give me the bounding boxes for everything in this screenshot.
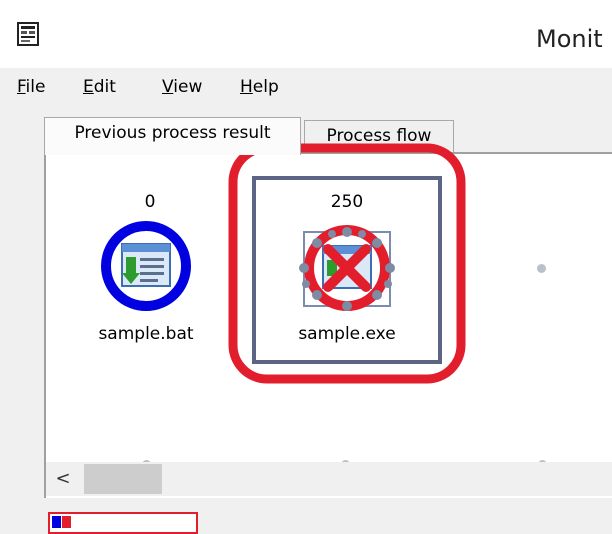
menu-view[interactable]: View [162, 77, 202, 97]
menu-file-label: ile [25, 77, 46, 97]
menu-file-mnemonic: F [17, 77, 26, 97]
menu-help-mnemonic: H [240, 77, 253, 97]
flow-canvas[interactable]: 0 sample.bat 250 sample.exe < [44, 152, 612, 498]
tab-bar: Previous process result Process flow [0, 108, 612, 155]
node-sample-exe-value: 250 [330, 192, 364, 212]
node-sample-exe[interactable] [286, 216, 406, 320]
node-sample-exe-label: sample.exe [298, 324, 396, 344]
overview-preview[interactable] [48, 512, 198, 534]
batch-file-icon [121, 243, 171, 287]
menu-help[interactable]: Help [240, 77, 279, 97]
menu-view-label: iew [173, 77, 203, 97]
menu-edit-mnemonic: E [83, 77, 94, 97]
node-sample-bat[interactable] [100, 220, 192, 312]
horizontal-scrollbar[interactable]: < [46, 462, 612, 496]
node-sample-bat-value: 0 [144, 192, 156, 212]
title-bar: Monit [0, 0, 612, 68]
node-sample-bat-label: sample.bat [98, 324, 194, 344]
tab-process-flow[interactable]: Process flow [304, 120, 454, 154]
menu-edit-label: dit [93, 77, 116, 97]
menu-help-label: elp [252, 77, 279, 97]
menu-file[interactable]: File [17, 77, 45, 97]
tab-previous-process-result[interactable]: Previous process result [44, 117, 301, 155]
menu-bar: File Edit View Help [0, 68, 612, 108]
menu-view-mnemonic: V [162, 77, 174, 97]
scroll-thumb[interactable] [84, 464, 162, 494]
process-monitor-icon [17, 22, 39, 46]
scroll-left-arrow[interactable]: < [46, 462, 80, 496]
window-title: Monit [536, 25, 603, 53]
grid-dot [537, 264, 546, 273]
overview-area [44, 498, 612, 534]
menu-edit[interactable]: Edit [83, 77, 116, 97]
